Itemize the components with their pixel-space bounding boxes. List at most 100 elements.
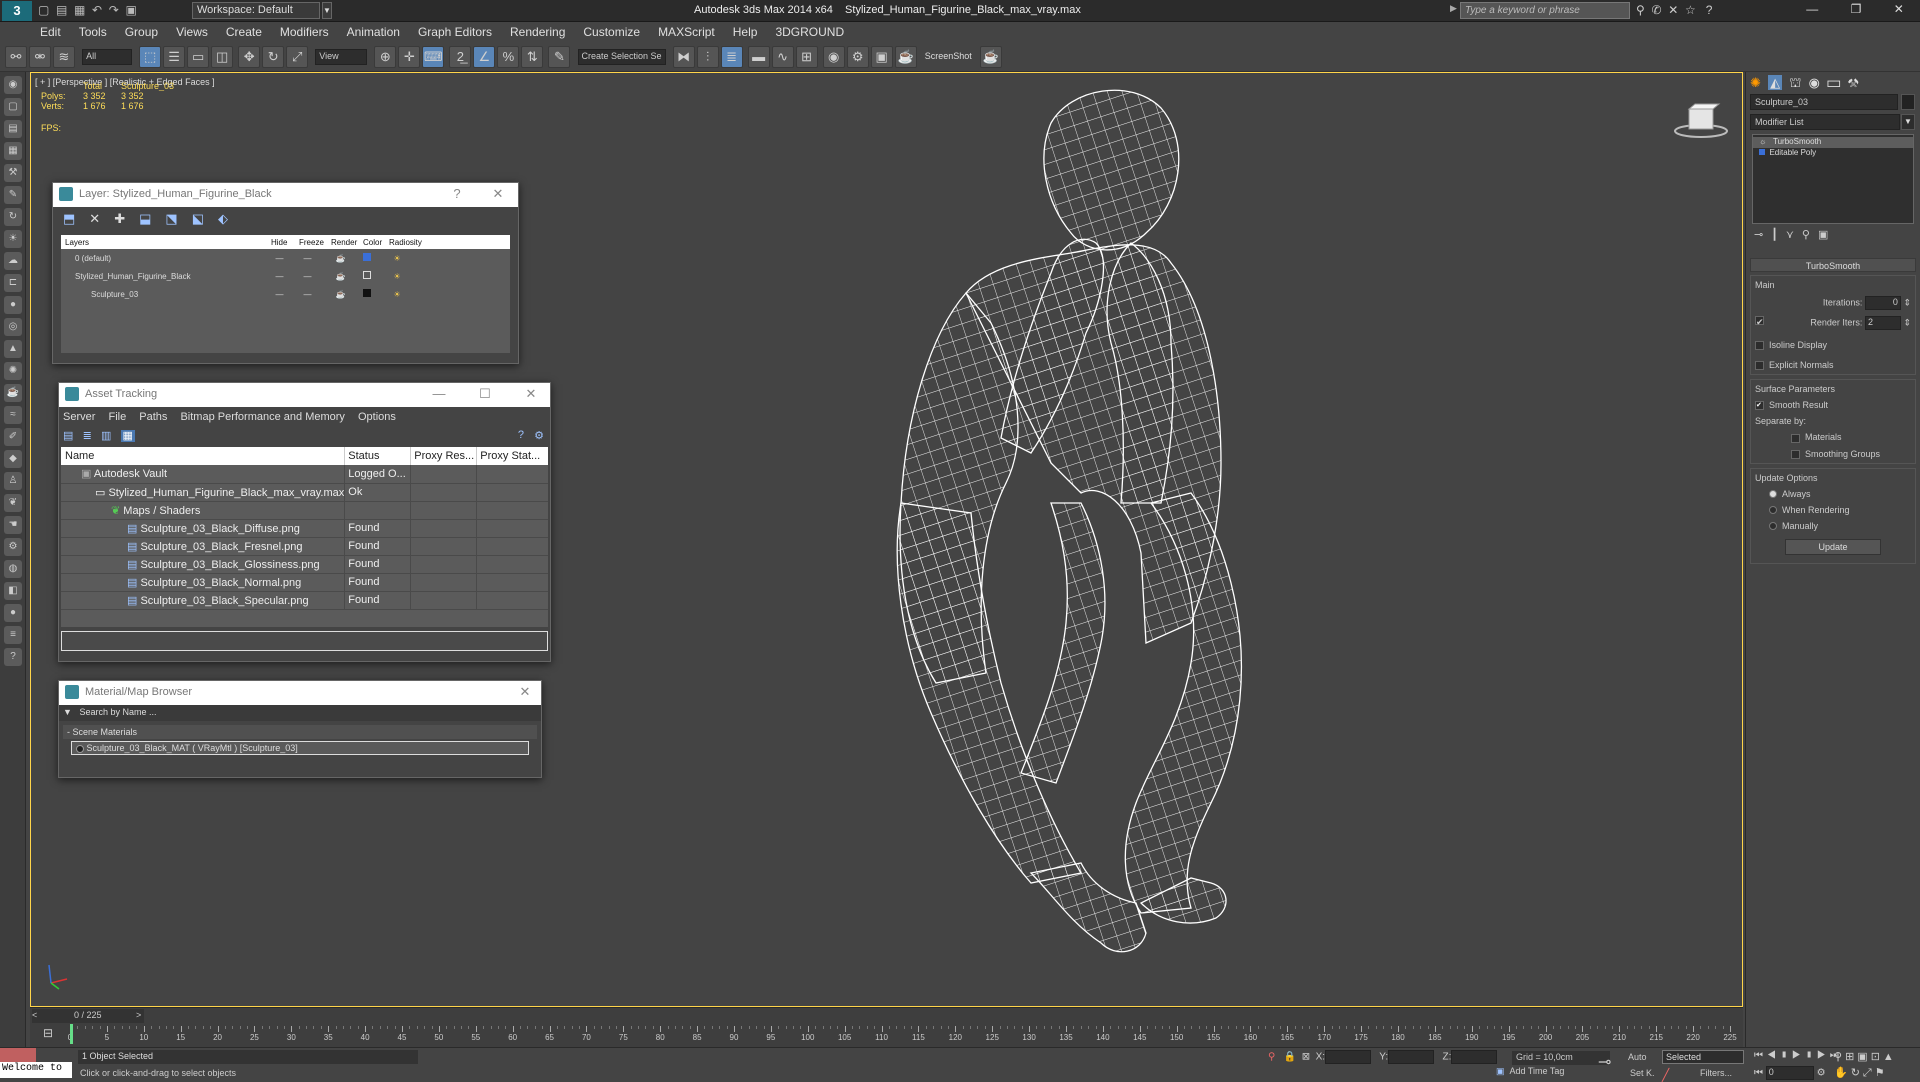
menu-help[interactable]: Help (724, 22, 767, 39)
figure-tool-icon[interactable]: ♙ (4, 472, 22, 490)
select-manipulate-icon[interactable]: ✛ (398, 46, 421, 68)
project-folder-icon[interactable]: ▣ (126, 3, 137, 17)
table-view-icon[interactable]: ▦ (120, 430, 135, 442)
next-frame-icon[interactable]: ▮▶ (1805, 1050, 1830, 1061)
timeline-ruler[interactable]: 0510152025303540455055606570758085909510… (68, 1024, 1737, 1046)
pan-icon[interactable]: ✋ (1834, 1067, 1851, 1079)
col-color[interactable]: Color (363, 235, 389, 249)
layer-window-titlebar[interactable]: Layer: Stylized_Human_Figurine_Black ? ✕ (53, 183, 518, 207)
asset-minimize-button[interactable]: — (429, 386, 449, 401)
eye-tool-icon[interactable]: ◉ (4, 76, 22, 94)
create-tab-icon[interactable]: ✺ (1750, 75, 1761, 90)
menu-tools[interactable]: Tools (70, 22, 116, 39)
set-key-icon[interactable]: ⊸ (1598, 1052, 1611, 1072)
list-view-icon[interactable]: ≣ (83, 430, 92, 442)
torus-tool-icon[interactable]: ◎ (4, 318, 22, 336)
graphite-ribbon-icon[interactable]: ▬ (747, 46, 770, 68)
fov-icon[interactable]: ▲ (1883, 1051, 1897, 1063)
tree-view-icon[interactable]: ▥ (101, 430, 111, 442)
prev-frame-icon[interactable]: ◀▮ (1767, 1050, 1792, 1061)
workspace-arrow-icon[interactable]: ▼ (322, 2, 332, 19)
table-row[interactable]: ▤ Sculpture_03_Black_Fresnel.png Found (61, 537, 548, 555)
iterations-spinner-arrows[interactable]: ⇕ (1903, 297, 1911, 307)
when-rendering-radio[interactable] (1769, 506, 1777, 515)
cone-tool-icon[interactable]: ▲ (4, 340, 22, 358)
utilities-tab-icon[interactable]: ⚒ (1848, 75, 1859, 90)
update-button[interactable]: Update (1785, 538, 1881, 555)
layer-tool-icon[interactable]: ▤ (4, 120, 22, 138)
configure-sets-icon[interactable]: ▣ (1818, 229, 1836, 241)
render-setup-icon[interactable]: ⚙ (846, 46, 869, 68)
radiosity-icon[interactable]: ☀ (389, 249, 510, 267)
current-frame-field[interactable]: 0 (1765, 1066, 1814, 1080)
smooth-result-checkbox[interactable]: ✔ (1755, 401, 1764, 411)
gear-tool-icon[interactable]: ⚙ (4, 538, 22, 556)
table-row[interactable]: ▤ Sculpture_03_Black_Specular.png Found (61, 591, 548, 609)
zoom-icon[interactable]: ⚲ (1834, 1051, 1845, 1063)
scale-icon[interactable]: ⤢ (286, 46, 309, 68)
asset-path-field[interactable] (61, 631, 548, 651)
x-coordinate-field[interactable] (1325, 1050, 1372, 1064)
help-icon[interactable]: ? (1706, 3, 1713, 17)
smoothing-groups-checkbox[interactable] (1791, 449, 1800, 459)
list-tool-icon[interactable]: ≡ (4, 626, 22, 644)
layer-name[interactable]: Stylized_Human_Figurine_Black (61, 267, 271, 285)
time-slider[interactable]: < 0 / 225 > (32, 1009, 144, 1023)
link-icon[interactable]: ⚯ (5, 46, 27, 68)
sun-tool-icon[interactable]: ✺ (4, 362, 22, 380)
key-mode-icon[interactable]: ⏮ (1754, 1068, 1763, 1079)
add-to-layer-icon[interactable]: ✚ (114, 211, 139, 226)
material-editor-icon[interactable]: ◉ (822, 46, 845, 68)
globe-tool-icon[interactable]: ◍ (4, 560, 22, 578)
delete-layer-icon[interactable]: ✕ (89, 211, 114, 226)
new-file-icon[interactable]: ▢ (38, 3, 49, 17)
display-tab-icon[interactable]: ▭ (1827, 75, 1841, 90)
asset-close-button[interactable]: ✕ (521, 386, 541, 402)
object-color-swatch[interactable] (1901, 94, 1915, 110)
menu-edit[interactable]: Edit (0, 22, 70, 39)
modifier-list-arrow-icon[interactable]: ▼ (1901, 114, 1915, 130)
show-end-result-icon[interactable]: ┃ (1771, 229, 1786, 241)
layer-name[interactable]: 0 (default) (61, 249, 271, 267)
sphere-tool-icon[interactable]: ● (4, 296, 22, 314)
layer-color-swatch[interactable] (363, 289, 371, 297)
edit-named-selection-icon[interactable]: ✎ (548, 46, 571, 68)
manually-radio[interactable] (1769, 522, 1777, 531)
time-next-icon[interactable]: > (136, 1010, 141, 1020)
percent-snap-icon[interactable]: % (497, 46, 520, 68)
render-production-icon[interactable]: ☕ (894, 46, 917, 68)
auto-key-button[interactable]: Auto (1628, 1052, 1647, 1062)
motion-tab-icon[interactable]: ◉ (1809, 75, 1820, 90)
modifier-list-dropdown[interactable]: Modifier List (1750, 114, 1900, 130)
time-config-icon[interactable]: ⚙ (1817, 1068, 1826, 1079)
angle-snap-icon[interactable]: ∠ (473, 46, 496, 68)
walkthrough-icon[interactable]: ⚑ (1875, 1067, 1888, 1079)
asset-window-titlebar[interactable]: Asset Tracking — ☐ ✕ (59, 383, 550, 407)
object-name-field[interactable]: Sculpture_03 (1750, 94, 1898, 110)
z-coordinate-field[interactable] (1451, 1050, 1498, 1064)
screenshot-label[interactable]: ScreenShot (925, 51, 972, 61)
render-teapot-icon[interactable]: ☕ (331, 249, 363, 267)
always-radio[interactable] (1769, 490, 1777, 499)
col-proxy-status[interactable]: Proxy Stat... (477, 447, 548, 465)
communication-icon[interactable]: ✆ (1651, 3, 1661, 17)
menu-3dground[interactable]: 3DGROUND (766, 22, 853, 39)
col-proxy-res[interactable]: Proxy Res... (410, 447, 478, 465)
make-unique-icon[interactable]: ⋎ (1786, 229, 1802, 241)
schematic-view-icon[interactable]: ⊞ (795, 46, 818, 68)
wrench-tool-icon[interactable]: ⚒ (4, 164, 22, 182)
keyboard-shortcut-icon[interactable]: ⌨ (422, 46, 445, 68)
rotate-icon[interactable]: ↻ (262, 46, 285, 68)
layer-name[interactable]: Sculpture_03 (61, 285, 271, 303)
material-close-button[interactable]: ✕ (515, 684, 535, 700)
material-item[interactable]: Sculpture_03_Black_MAT ( VRayMtl ) [Scul… (71, 741, 529, 755)
add-time-tag[interactable]: ▣ Add Time Tag (1496, 1066, 1564, 1077)
minimize-button[interactable]: — (1806, 2, 1818, 20)
leaf-tool-icon[interactable]: ❦ (4, 494, 22, 512)
rendered-frame-window-icon[interactable]: ▣ (870, 46, 893, 68)
bind-spacewarp-icon[interactable]: ≋ (53, 46, 75, 68)
table-row[interactable]: ▣ Autodesk Vault Logged O... (61, 465, 548, 483)
time-prev-icon[interactable]: < (32, 1010, 37, 1020)
stack-item-editable-poly[interactable]: Editable Poly (1753, 148, 1913, 159)
remove-modifier-icon[interactable]: ⚲ (1802, 229, 1818, 241)
